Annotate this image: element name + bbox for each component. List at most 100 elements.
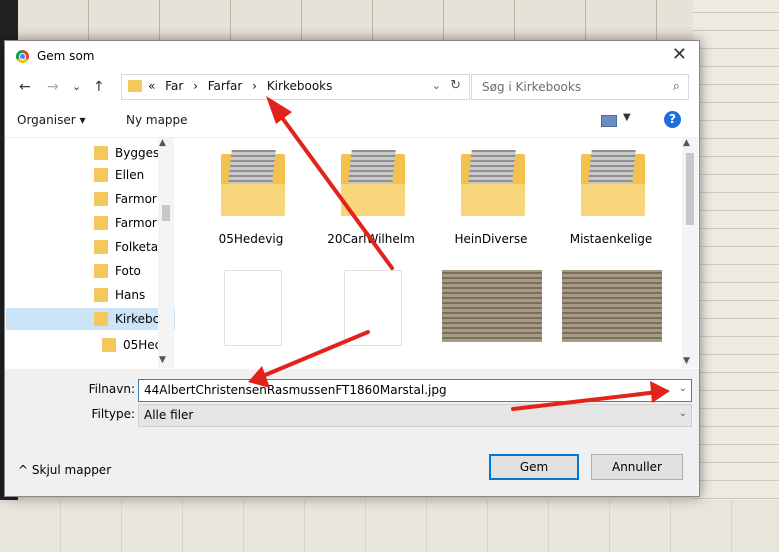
- close-button[interactable]: ✕: [672, 44, 687, 65]
- background-document-right: [693, 0, 779, 552]
- chevron-down-icon[interactable]: ⌄: [432, 79, 441, 92]
- breadcrumb-separator[interactable]: ›: [193, 79, 198, 93]
- sidebar-item[interactable]: 05Hec: [6, 334, 175, 356]
- folder-icon: [94, 312, 108, 326]
- file-item[interactable]: [316, 266, 426, 368]
- breadcrumb: « Far › Farfar › Kirkebooks: [148, 79, 338, 93]
- sidebar-item-label: Folketa: [115, 240, 159, 254]
- content-scroll-thumb[interactable]: [686, 153, 694, 225]
- sidebar-scroll-thumb[interactable]: [162, 205, 170, 221]
- sidebar: Bygges Ellen Farmor Farmor Folketa Foto …: [6, 138, 175, 368]
- refresh-icon[interactable]: ↻: [450, 78, 461, 93]
- file-grid: 05Hedevig 20CarlWilhelm HeinDiverse Mist…: [176, 138, 682, 368]
- chevron-down-icon[interactable]: ▼: [623, 112, 631, 123]
- folder-icon: [94, 216, 108, 230]
- search-icon[interactable]: ⌕: [673, 79, 680, 94]
- search-input[interactable]: Søg i Kirkebooks: [482, 80, 581, 94]
- breadcrumb-separator[interactable]: ›: [252, 79, 257, 93]
- file-item[interactable]: HeinDiverse: [436, 138, 546, 258]
- dialog-title: Gem som: [37, 49, 95, 63]
- folder-icon: [581, 150, 645, 216]
- sidebar-item-selected[interactable]: Kirkebc: [6, 308, 175, 330]
- hide-folders-label: Skjul mapper: [31, 463, 112, 477]
- scroll-down-icon[interactable]: ▼: [683, 356, 690, 366]
- file-name: 05Hedevig: [218, 232, 284, 246]
- sidebar-item[interactable]: Farmor: [6, 188, 175, 210]
- background-document-bottom: [0, 500, 779, 552]
- sidebar-item-label: Farmor: [115, 192, 157, 206]
- folder-icon: [94, 288, 108, 302]
- file-name: 20CarlWilhelm: [327, 232, 415, 246]
- sidebar-scrollbar[interactable]: [158, 138, 174, 368]
- scroll-down-icon[interactable]: ▼: [159, 355, 166, 365]
- sidebar-item-label: Foto: [115, 264, 141, 278]
- back-arrow-icon[interactable]: ←: [19, 79, 31, 95]
- filename-value[interactable]: 44AlbertChristensenRasmussenFT1860Marsta…: [144, 383, 447, 397]
- blank-file-icon: [344, 270, 402, 346]
- filename-label: Filnavn:: [88, 382, 135, 396]
- sidebar-item[interactable]: Foto: [6, 260, 175, 282]
- sidebar-item[interactable]: Folketa: [6, 236, 175, 258]
- address-bar[interactable]: « Far › Farfar › Kirkebooks ⌄ ↻: [121, 74, 470, 100]
- chevron-up-icon: ^: [18, 463, 32, 477]
- file-item[interactable]: 05Hedevig: [196, 138, 306, 258]
- breadcrumb-overflow[interactable]: «: [148, 79, 155, 93]
- sidebar-item-label: Kirkebc: [115, 312, 160, 326]
- blank-file-icon: [224, 270, 282, 346]
- file-item[interactable]: [556, 266, 666, 368]
- filetype-value: Alle filer: [144, 408, 194, 422]
- filetype-select[interactable]: Alle filer ⌄: [138, 404, 692, 427]
- search-box[interactable]: Søg i Kirkebooks ⌕: [471, 74, 689, 100]
- recent-locations-icon[interactable]: ⌄: [72, 80, 81, 93]
- sidebar-item-label: Hans: [115, 288, 146, 302]
- folder-icon: [221, 150, 285, 216]
- folder-icon: [461, 150, 525, 216]
- organize-menu-button[interactable]: Organiser ▾: [17, 113, 85, 127]
- new-folder-button[interactable]: Ny mappe: [126, 113, 188, 127]
- breadcrumb-far[interactable]: Far: [165, 79, 183, 93]
- title-bar: Gem som ✕: [5, 41, 699, 71]
- sidebar-item[interactable]: Hans: [6, 284, 175, 306]
- up-arrow-icon[interactable]: ↑: [93, 79, 105, 95]
- file-name: Mistaenkelige: [569, 232, 653, 246]
- folder-icon: [102, 338, 116, 352]
- save-as-dialog: Gem som ✕ ← → ⌄ ↑ « Far › Farfar › Kirke…: [4, 40, 700, 497]
- file-name: HeinDiverse: [454, 232, 528, 246]
- sidebar-item-label: Ellen: [115, 168, 145, 182]
- file-item[interactable]: 20CarlWilhelm: [316, 138, 426, 258]
- folder-icon: [94, 240, 108, 254]
- save-button[interactable]: Gem: [489, 454, 579, 480]
- folder-icon: [94, 168, 108, 182]
- save-form: Filnavn: 44AlbertChristensenRasmussenFT1…: [5, 369, 699, 496]
- hide-folders-button[interactable]: ^ Skjul mapper: [18, 463, 111, 477]
- chevron-down-icon[interactable]: ⌄: [679, 383, 687, 394]
- folder-icon: [341, 150, 405, 216]
- scroll-up-icon[interactable]: ▲: [683, 138, 690, 148]
- folder-icon: [94, 146, 108, 160]
- forward-arrow-icon[interactable]: →: [47, 79, 59, 95]
- file-item[interactable]: [436, 266, 546, 368]
- scroll-up-icon[interactable]: ▲: [159, 138, 166, 148]
- breadcrumb-farfar[interactable]: Farfar: [208, 79, 243, 93]
- background-document-header: [18, 0, 693, 40]
- view-options-icon[interactable]: [601, 115, 617, 127]
- chrome-icon: [16, 50, 29, 63]
- sidebar-item-label: 05Hec: [123, 338, 162, 352]
- filetype-label: Filtype:: [91, 407, 135, 421]
- chevron-down-icon[interactable]: ⌄: [679, 408, 687, 419]
- folder-icon: [128, 80, 142, 92]
- navigation-bar: ← → ⌄ ↑ « Far › Farfar › Kirkebooks ⌄ ↻ …: [5, 71, 699, 105]
- image-thumbnail: [442, 270, 542, 342]
- filename-field[interactable]: 44AlbertChristensenRasmussenFT1860Marsta…: [138, 379, 692, 402]
- folder-icon: [94, 192, 108, 206]
- sidebar-item[interactable]: Bygges: [6, 142, 175, 164]
- help-icon[interactable]: ?: [664, 111, 681, 128]
- file-item[interactable]: Mistaenkelige: [556, 138, 666, 258]
- sidebar-item[interactable]: Farmor: [6, 212, 175, 234]
- sidebar-item[interactable]: Ellen: [6, 164, 175, 186]
- folder-icon: [94, 264, 108, 278]
- cancel-button[interactable]: Annuller: [591, 454, 683, 480]
- file-item[interactable]: [196, 266, 306, 368]
- breadcrumb-kirkebooks[interactable]: Kirkebooks: [267, 79, 333, 93]
- toolbar: Organiser ▾ Ny mappe ▼ ?: [5, 105, 699, 138]
